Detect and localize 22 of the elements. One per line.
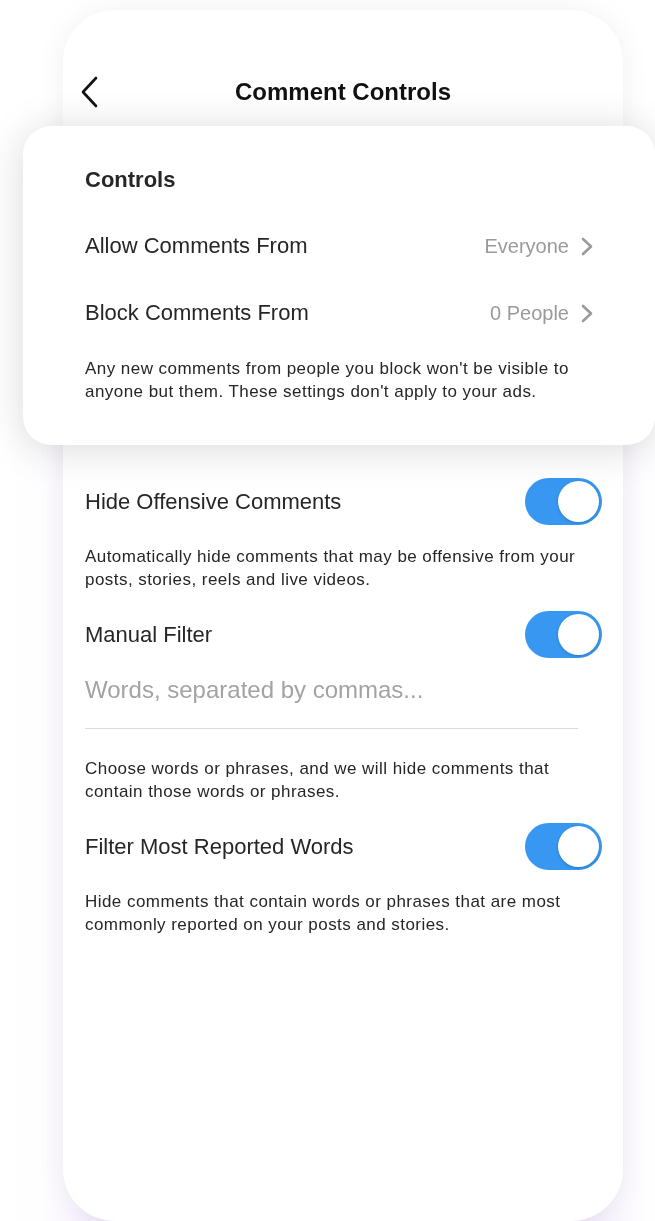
section-heading: Controls — [85, 167, 176, 193]
setting-label: Filter Most Reported Words — [85, 833, 354, 860]
screen-title: Comment Controls — [235, 78, 451, 106]
chevron-right-icon — [581, 236, 593, 256]
setting-label: Manual Filter — [85, 621, 213, 648]
words-input-field[interactable]: Words, separated by commas... — [85, 670, 578, 729]
setting-label: Hide Offensive Comments — [85, 488, 342, 515]
description-text: Choose words or phrases, and we will hide comments that contain those words or phrases. — [85, 758, 551, 803]
back-button[interactable] — [80, 76, 100, 108]
setting-row[interactable]: Block Comments From 0 People — [85, 288, 593, 338]
setting-value: 0 People — [490, 301, 569, 325]
toggle-switch[interactable] — [525, 823, 602, 870]
setting-row[interactable]: Allow Comments From Everyone — [85, 221, 593, 271]
note-text: Any new comments from people you block won't be visible to anyone but them. These settings don't apply to your ads. — [85, 358, 570, 403]
setting-value: Everyone — [484, 234, 569, 258]
description-text: Hide comments that contain words or phrases that are most commonly reported on your posts and stories. — [85, 891, 562, 936]
toggle-switch[interactable] — [525, 478, 602, 525]
description-text: Automatically hide comments that may be offensive from your posts, stories, reels and live videos. — [85, 546, 577, 591]
toggle-switch[interactable] — [525, 611, 602, 658]
setting-label: Allow Comments From — [85, 233, 308, 259]
setting-label: Block Comments From — [85, 300, 309, 326]
chevron-right-icon — [581, 303, 593, 323]
